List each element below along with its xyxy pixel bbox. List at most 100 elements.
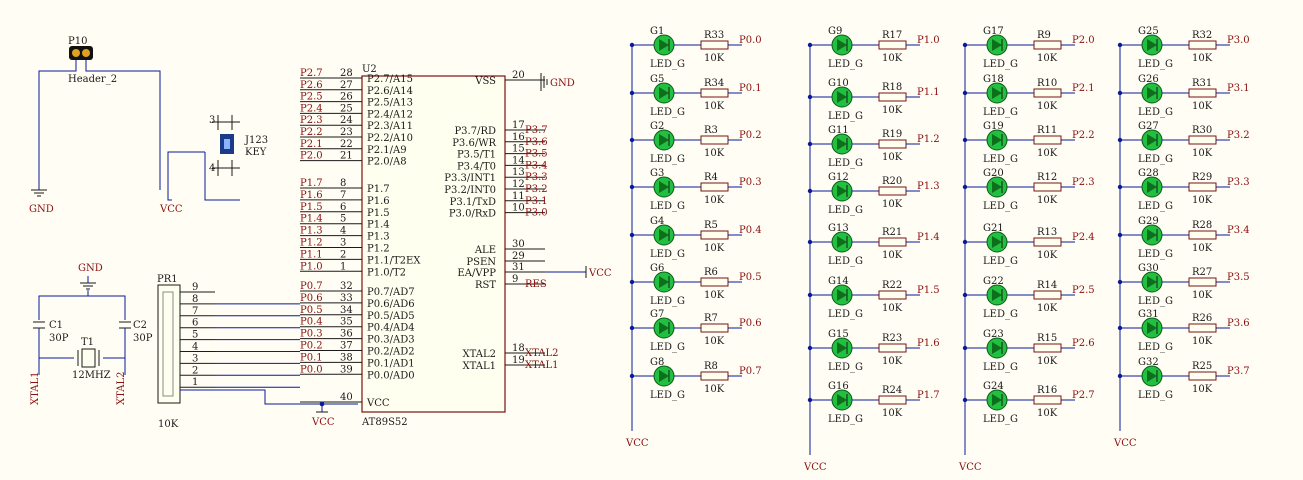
vcc-label-column: VCC xyxy=(625,438,649,449)
key-j123[interactable]: 3 4 J123 KEY VCC xyxy=(159,115,268,215)
oscillator-circuit: GND C1 30P C2 30P T1 12MHZ XTAL1 XTAL2 xyxy=(30,263,153,405)
rpack-pin-number: 6 xyxy=(192,318,198,329)
mcu-pin-number: 26 xyxy=(340,92,353,103)
mcu-pin-name: P2.0/A8 xyxy=(367,157,407,168)
mcu-pin-number: 15 xyxy=(512,144,525,155)
led-row: G13 LED_G R21 10K P1.4 xyxy=(807,223,940,267)
mcu-net-label: P1.5 xyxy=(300,202,323,213)
led-row: G19 LED_G R11 10K P2.2 xyxy=(962,121,1095,165)
led-net-label: P0.4 xyxy=(739,225,762,236)
resistor-value: 10K xyxy=(1192,243,1213,254)
resistor-icon xyxy=(1188,88,1217,98)
led-row: G23 LED_G R15 10K P2.6 xyxy=(962,329,1095,373)
resistor-value: 10K xyxy=(1192,101,1213,112)
mcu-net-label: P1.2 xyxy=(300,238,323,249)
resistor-ref: R4 xyxy=(704,172,718,183)
resistor-ref: R24 xyxy=(882,385,902,396)
mcu-pin-number: 8 xyxy=(340,178,346,189)
mcu-net-label: P0.0 xyxy=(300,364,323,375)
led-net-label: P2.7 xyxy=(1072,390,1095,401)
led-part: LED_G xyxy=(983,414,1018,425)
led-part: LED_G xyxy=(828,362,863,373)
led-ref: G4 xyxy=(650,216,664,227)
resistor-icon xyxy=(1033,237,1062,247)
led-part: LED_G xyxy=(828,309,863,320)
mcu-pin-number: 29 xyxy=(512,251,525,262)
led-ref: G1 xyxy=(650,26,664,37)
resistor-ref: R30 xyxy=(1192,125,1212,136)
led-ref: G17 xyxy=(983,26,1004,37)
vcc-label-mcu: VCC xyxy=(588,268,612,279)
mcu-pin-number: 10 xyxy=(512,203,525,214)
xtal1-label: XTAL1 xyxy=(30,372,41,405)
led-part: LED_G xyxy=(983,59,1018,70)
rpack-pin-number: 5 xyxy=(192,330,198,341)
resistor-ref: R12 xyxy=(1037,172,1057,183)
led-part: LED_G xyxy=(828,205,863,216)
resistor-value: 10K xyxy=(882,199,903,210)
mcu-net-label: P3.3 xyxy=(525,172,548,183)
led-row: G4 LED_G R5 10K P0.4 xyxy=(629,216,762,260)
mcu-pin-name: P0.7/AD7 xyxy=(367,287,415,298)
mcu-part: AT89S52 xyxy=(361,417,408,428)
header-p10[interactable]: P10 Header_2 xyxy=(38,36,161,190)
mcu-pin-name: P0.6/AD6 xyxy=(367,299,415,310)
resistor-value: 10K xyxy=(1037,250,1058,261)
gnd-label-2: GND xyxy=(78,263,103,274)
resistor-value: 10K xyxy=(1192,195,1213,206)
led-row: G1 LED_G R33 10K P0.0 xyxy=(629,26,762,70)
led-row: G8 LED_G R8 10K P0.7 xyxy=(629,357,762,401)
led-net-label: P1.5 xyxy=(917,285,940,296)
resistor-value: 10K xyxy=(882,408,903,419)
led-net-label: P2.0 xyxy=(1072,35,1095,46)
vcc-label-column: VCC xyxy=(1113,438,1137,449)
mcu-net-label: P3.5 xyxy=(525,149,548,160)
mcu-net-label: P1.1 xyxy=(300,249,323,260)
mcu-net-label: P0.7 xyxy=(300,281,323,292)
resistor-ref: R3 xyxy=(704,125,718,136)
led-row: G24 LED_G R16 10K P2.7 xyxy=(962,381,1095,425)
led-part: LED_G xyxy=(650,201,685,212)
led-row: G22 LED_G R14 10K P2.5 xyxy=(962,276,1095,320)
led-part: LED_G xyxy=(650,107,685,118)
led-part: LED_G xyxy=(650,296,685,307)
mcu-pin-name: P0.0/AD0 xyxy=(367,370,415,381)
resistor-value: 10K xyxy=(1192,384,1213,395)
resistor-pack-pr1[interactable]: PR1 10K 987654321 xyxy=(157,274,300,430)
mcu-pin-name: P3.1/TxD xyxy=(450,197,496,208)
resistor-value: 10K xyxy=(1037,303,1058,314)
resistor-ref: R31 xyxy=(1192,78,1212,89)
mcu-net-label: P3.6 xyxy=(525,137,548,148)
resistor-ref: R22 xyxy=(882,280,902,291)
mcu-pin-name: P1.0/T2 xyxy=(367,267,406,278)
led-ref: G2 xyxy=(650,121,664,132)
resistor-value: 10K xyxy=(1192,53,1213,64)
mcu-net-label: P3.0 xyxy=(525,208,548,219)
resistor-ref: R13 xyxy=(1037,227,1057,238)
mcu-pin-name: P0.4/AD4 xyxy=(367,323,415,334)
led-net-label: P0.6 xyxy=(739,318,762,329)
mcu-pin-number: 18 xyxy=(512,343,525,354)
mcu-net-label: P1.7 xyxy=(300,178,323,189)
mcu-net-label: XTAL2 xyxy=(525,348,558,359)
resistor-ref: R15 xyxy=(1037,333,1057,344)
led-row: G9 LED_G R17 10K P1.0 xyxy=(807,26,940,70)
led-part: LED_G xyxy=(1138,390,1173,401)
resistor-icon xyxy=(1188,40,1217,50)
led-part: LED_G xyxy=(650,59,685,70)
mcu-pin-number: 33 xyxy=(340,293,353,304)
led-ref: G30 xyxy=(1138,263,1159,274)
led-ref: G31 xyxy=(1138,309,1159,320)
led-part: LED_G xyxy=(828,414,863,425)
mcu-u2[interactable]: U2 AT89S52 28P2.7/A15P2.727P2.6/A14P2.62… xyxy=(180,64,612,428)
resistor-value: 10K xyxy=(1037,101,1058,112)
resistor-icon xyxy=(700,40,729,50)
schematic-canvas: P10 Header_2 GND 3 4 J123 KEY VCC GND C1… xyxy=(29,26,1250,473)
led-net-label: P0.0 xyxy=(739,35,762,46)
led-net-label: P2.6 xyxy=(1072,338,1095,349)
led-row: G10 LED_G R18 10K P1.1 xyxy=(807,78,940,122)
resistor-ref: R5 xyxy=(704,220,718,231)
c2-ref: C2 xyxy=(133,320,147,331)
mcu-pin-number: 30 xyxy=(512,239,525,250)
resistor-ref: R14 xyxy=(1037,280,1057,291)
